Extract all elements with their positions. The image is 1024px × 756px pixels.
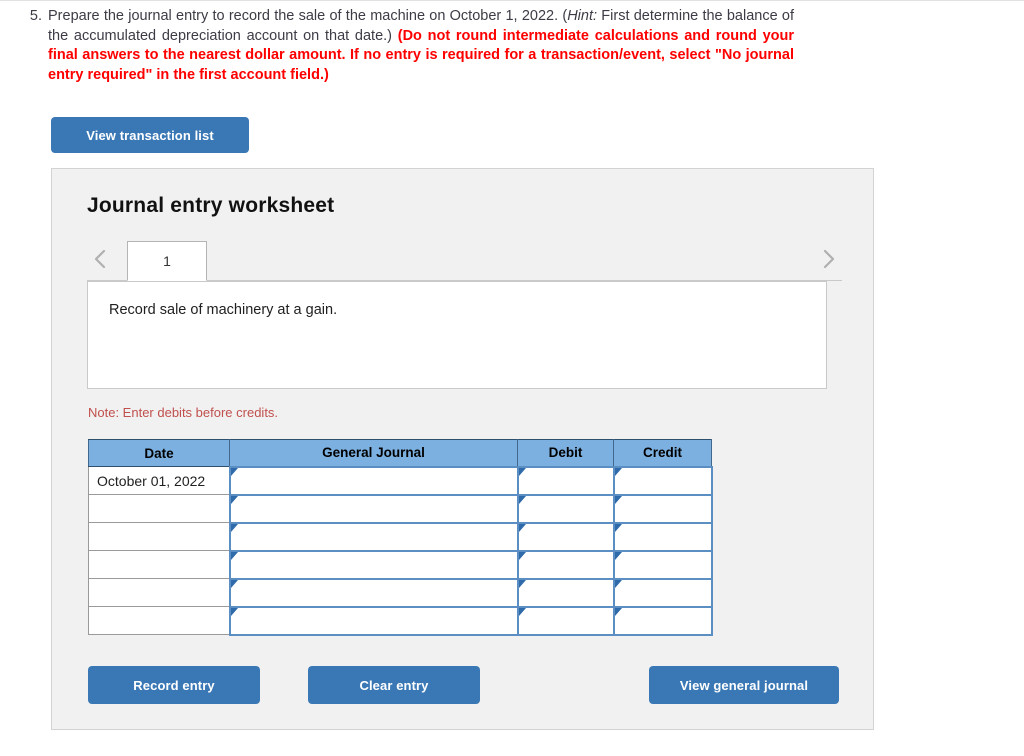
question-text: Prepare the journal entry to record the … [48,7,794,85]
table-row [88,605,713,636]
general-journal-cell[interactable] [228,577,519,608]
worksheet-tab-1-label: 1 [163,253,171,269]
journal-entry-worksheet-panel: Journal entry worksheet 1 Record sale of… [51,168,874,730]
date-cell[interactable] [88,578,230,607]
view-general-journal-button[interactable]: View general journal [649,666,839,704]
date-cell[interactable] [88,550,230,579]
worksheet-title: Journal entry worksheet [87,194,335,217]
column-header-general-journal: General Journal [229,439,518,467]
journal-entry-table: Date General Journal Debit Credit Octobe… [88,439,713,636]
debit-cell[interactable] [516,521,615,552]
credit-cell[interactable] [612,549,713,580]
general-journal-cell[interactable] [228,549,519,580]
debits-before-credits-note: Note: Enter debits before credits. [88,405,279,420]
table-header-row: Date General Journal Debit Credit [88,439,712,467]
column-header-date: Date [88,439,230,467]
table-row [88,577,713,608]
debit-cell[interactable] [516,465,615,496]
chevron-left-icon[interactable] [87,245,113,273]
general-journal-cell[interactable] [228,521,519,552]
general-journal-cell[interactable] [228,465,519,496]
worksheet-description-box: Record sale of machinery at a gain. [87,281,827,389]
credit-cell[interactable] [612,493,713,524]
debit-cell[interactable] [516,605,615,636]
question-block: 5. Prepare the journal entry to record t… [22,7,794,85]
question-text-part1: Prepare the journal entry to record the … [48,8,568,24]
debit-cell[interactable] [516,577,615,608]
date-cell[interactable] [88,606,230,635]
table-row [88,521,713,552]
credit-cell[interactable] [612,577,713,608]
top-divider [0,0,1024,1]
table-row [88,549,713,580]
credit-cell[interactable] [612,521,713,552]
date-cell[interactable] [88,494,230,523]
debit-cell[interactable] [516,493,615,524]
date-cell[interactable] [88,522,230,551]
record-entry-button[interactable]: Record entry [88,666,260,704]
general-journal-cell[interactable] [228,605,519,636]
table-row [88,493,713,524]
general-journal-cell[interactable] [228,493,519,524]
chevron-right-icon[interactable] [816,245,842,273]
clear-entry-button[interactable]: Clear entry [308,666,480,704]
table-row: October 01, 2022 [88,465,713,496]
worksheet-description-text: Record sale of machinery at a gain. [109,302,338,318]
worksheet-tabstrip: 1 [87,237,842,281]
question-number: 5. [29,8,42,24]
question-row: 5. Prepare the journal entry to record t… [22,7,794,85]
debit-cell[interactable] [516,549,615,580]
view-transaction-list-button[interactable]: View transaction list [51,117,249,153]
column-header-credit: Credit [613,439,712,467]
credit-cell[interactable] [612,605,713,636]
question-hint-label: Hint: [567,8,598,24]
column-header-debit: Debit [517,439,614,467]
worksheet-tab-1[interactable]: 1 [127,241,207,281]
credit-cell[interactable] [612,465,713,496]
date-cell[interactable]: October 01, 2022 [88,466,230,495]
